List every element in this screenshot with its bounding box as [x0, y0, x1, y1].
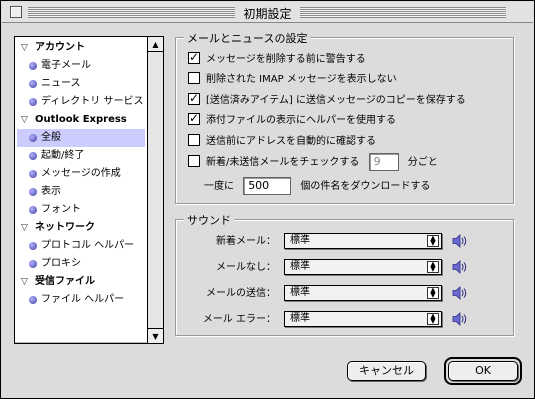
category-accounts[interactable]: ▽ アカウント: [17, 39, 145, 57]
check-interval-field[interactable]: 9: [368, 153, 399, 171]
sidebar-item-protocol-helpers[interactable]: プロトコル ヘルパー: [17, 237, 145, 255]
sidebar-item-startup-quit[interactable]: 起動/終了: [17, 147, 145, 165]
popup-arrows-icon: ▲ ▼: [427, 261, 439, 273]
bullet-icon: [29, 296, 37, 304]
sidebar-item-fonts[interactable]: フォント: [17, 201, 145, 219]
sound-group: サウンド 新着メール： 標準 ▲ ▼ メールなし： 標準 ▲ ▼ メールの送信： 標準 ▲ ▼ メ…: [175, 212, 514, 336]
ok-button[interactable]: OK: [448, 361, 518, 381]
category-list-items: ▽ アカウント 電子メール ニュース ディレクトリ サービス ▽ Outlook…: [17, 39, 145, 341]
mail-error-sound-popup[interactable]: 標準 ▲ ▼: [284, 311, 442, 327]
download-headers-row: 一度に 500 個の件名をダウンロードする: [204, 177, 431, 195]
sidebar-item-compose[interactable]: メッセージの作成: [17, 165, 145, 183]
disclosure-triangle-icon[interactable]: ▽: [21, 219, 28, 237]
sidebar-item-proxies[interactable]: プロキシ: [17, 255, 145, 273]
sound-row-no-mail: メールなし： 標準 ▲ ▼: [190, 259, 468, 277]
save-sent-copy-checkbox[interactable]: [188, 93, 200, 105]
sidebar-item-mail[interactable]: 電子メール: [17, 57, 145, 75]
disclosure-triangle-icon[interactable]: ▽: [21, 111, 28, 129]
bullet-icon: [29, 188, 37, 196]
category-outlook-express[interactable]: ▽ Outlook Express: [17, 111, 145, 129]
option-save-sent-copy[interactable]: [送信済みアイテム] に送信メッセージのコピーを保存する: [188, 93, 466, 109]
sidebar-item-general[interactable]: 全般: [17, 129, 145, 147]
category-received-files[interactable]: ▽ 受信ファイル: [17, 273, 145, 291]
speaker-icon[interactable]: [452, 311, 468, 327]
hide-deleted-imap-checkbox[interactable]: [188, 72, 200, 84]
download-prefix: 一度に: [204, 181, 234, 192]
popup-arrows-icon: ▲ ▼: [427, 313, 439, 325]
bullet-icon: [29, 260, 37, 268]
mail-sent-sound-popup[interactable]: 標準 ▲ ▼: [284, 285, 442, 301]
speaker-icon[interactable]: [452, 259, 468, 275]
check-new-mail-checkbox[interactable]: [188, 155, 200, 167]
sound-row-new-mail: 新着メール： 標準 ▲ ▼: [190, 233, 468, 251]
disclosure-triangle-icon[interactable]: ▽: [21, 273, 28, 291]
scroll-up-arrow-icon[interactable]: ▲: [148, 37, 163, 52]
bullet-icon: [29, 98, 37, 106]
preferences-window: 初期設定 ▽ アカウント 電子メール ニュース ディレクトリ サービス ▽ Ou…: [0, 0, 535, 399]
speaker-icon[interactable]: [452, 285, 468, 301]
bullet-icon: [29, 206, 37, 214]
use-helpers-attachments-checkbox[interactable]: [188, 113, 200, 125]
new-mail-sound-popup[interactable]: 標準 ▲ ▼: [284, 233, 442, 249]
sound-row-mail-error: メール エラー： 標準 ▲ ▼: [190, 311, 468, 329]
no-mail-sound-popup[interactable]: 標準 ▲ ▼: [284, 259, 442, 275]
sidebar-item-display[interactable]: 表示: [17, 183, 145, 201]
category-list[interactable]: ▽ アカウント 電子メール ニュース ディレクトリ サービス ▽ Outlook…: [14, 36, 164, 344]
bullet-icon: [29, 80, 37, 88]
option-use-helpers-attachments[interactable]: 添付ファイルの表示にヘルパーを使用する: [188, 113, 396, 129]
scroll-down-arrow-icon[interactable]: ▼: [148, 328, 163, 343]
sidebar-item-file-helpers[interactable]: ファイル ヘルパー: [17, 291, 145, 309]
bullet-icon: [29, 242, 37, 250]
title-bar[interactable]: 初期設定: [2, 2, 533, 23]
check-interval-suffix: 分ごと: [407, 157, 438, 168]
bullet-icon: [29, 152, 37, 160]
bullet-icon: [29, 62, 37, 70]
bullet-icon: [29, 134, 37, 142]
mail-news-group: メールとニュースの設定 メッセージを削除する前に警告する 削除された IMAP …: [175, 30, 514, 204]
sound-row-mail-sent: メールの送信： 標準 ▲ ▼: [190, 285, 468, 303]
mail-news-group-title: メールとニュースの設定: [184, 30, 311, 46]
sidebar-item-news[interactable]: ニュース: [17, 75, 145, 93]
warn-before-delete-checkbox[interactable]: [188, 52, 200, 64]
sound-group-title: サウンド: [184, 212, 234, 228]
sidebar-scrollbar[interactable]: ▲ ▼: [147, 37, 163, 343]
option-hide-deleted-imap[interactable]: 削除された IMAP メッセージを表示しない: [188, 72, 397, 88]
popup-arrows-icon: ▲ ▼: [427, 287, 439, 299]
bullet-icon: [29, 170, 37, 178]
speaker-icon[interactable]: [452, 233, 468, 249]
option-auto-check-addresses[interactable]: 送信前にアドレスを自動的に確認する: [188, 134, 376, 150]
auto-check-addresses-checkbox[interactable]: [188, 134, 200, 146]
sidebar-item-directory-services[interactable]: ディレクトリ サービス: [17, 93, 145, 111]
download-suffix: 個の件名をダウンロードする: [300, 181, 431, 192]
download-count-field[interactable]: 500: [243, 177, 292, 195]
option-warn-before-delete[interactable]: メッセージを削除する前に警告する: [188, 52, 366, 68]
cancel-button[interactable]: キャンセル: [347, 361, 426, 381]
disclosure-triangle-icon[interactable]: ▽: [21, 39, 28, 57]
popup-arrows-icon: ▲ ▼: [427, 235, 439, 247]
option-check-new-mail[interactable]: 新着/未送信メールをチェックする 9 分ごと: [188, 153, 438, 171]
category-network[interactable]: ▽ ネットワーク: [17, 219, 145, 237]
ok-button-frame: OK: [444, 357, 522, 385]
window-title: 初期設定: [235, 7, 300, 21]
